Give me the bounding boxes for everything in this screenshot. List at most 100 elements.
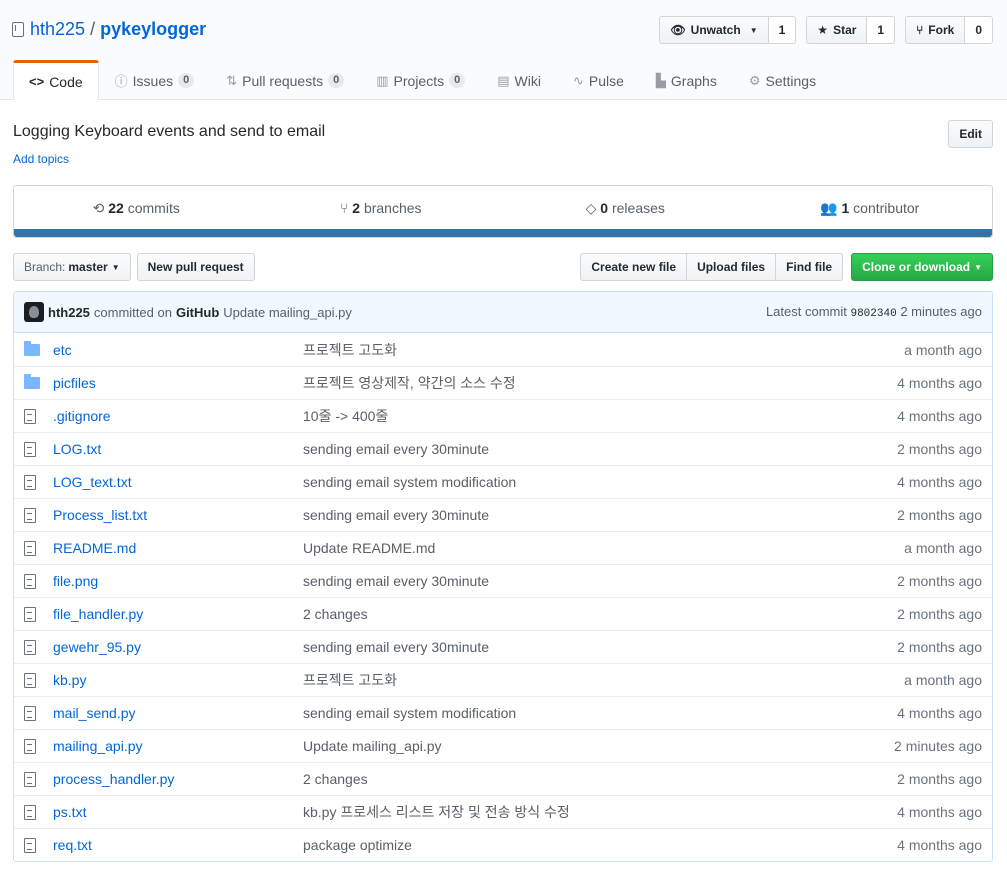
file-age: 2 minutes ago [894,738,982,754]
file-name-link[interactable]: LOG.txt [53,441,303,457]
file-name-link[interactable]: etc [53,342,303,358]
language-bar[interactable] [14,229,992,237]
file-age: 4 months ago [897,705,982,721]
file-commit-message-link[interactable]: 프로젝트 고도화 [303,340,904,360]
file-commit-message-link[interactable]: Update README.md [303,540,904,556]
file-commit-message-link[interactable]: Update mailing_api.py [303,738,894,754]
file-commit-message-link[interactable]: sending email system modification [303,705,897,721]
table-row: file.png sending email every 30minute 2 mo… [14,564,992,597]
file-icon [24,639,44,655]
avatar[interactable] [24,302,44,322]
star-count[interactable]: 1 [867,16,896,44]
file-age: 2 months ago [897,573,982,589]
file-age: a month ago [904,540,982,556]
file-age: 2 months ago [897,771,982,787]
fork-count[interactable]: 0 [965,16,993,44]
file-icon [24,837,44,853]
table-row: process_handler.py 2 changes 2 months ago [14,762,992,795]
chevron-down-icon: ▼ [749,25,758,35]
file-commit-message-link[interactable]: 프로젝트 영상제작, 약간의 소스 수정 [303,373,897,393]
commit-platform: GitHub [175,304,220,320]
table-row: mailing_api.py Update mailing_api.py 2 min… [14,729,992,762]
edit-description-button[interactable]: Edit [948,120,993,148]
clone-or-download-button[interactable]: Clone or download ▼ [851,253,993,281]
commit-author-link[interactable]: hth225 [48,305,90,320]
file-name-link[interactable]: file.png [53,573,303,589]
tab-pulse[interactable]: ∿ Pulse [557,60,640,100]
tab-issues[interactable]: ⓘ Issues 0 [99,60,211,100]
folder-icon [24,374,44,389]
gear-icon: ⚙ [748,72,761,88]
file-commit-message-link[interactable]: 2 changes [303,606,897,622]
contributors-count: 1 [841,199,850,216]
file-icon [24,474,44,490]
commits-link[interactable]: ⟲ 22 commits [14,200,259,217]
file-name-link[interactable]: file_handler.py [53,606,303,622]
tab-label: Pull requests [242,72,324,89]
tab-projects[interactable]: ▥ Projects 0 [360,60,481,100]
branch-select-button[interactable]: Branch: master ▼ [13,253,131,281]
unwatch-button[interactable]: 👁 Unwatch ▼ [659,16,769,44]
file-commit-message-link[interactable]: sending email every 30minute [303,441,897,457]
file-commit-message-link[interactable]: 프로젝트 고도화 [303,670,904,690]
tab-wiki[interactable]: ▤ Wiki [481,60,557,100]
file-icon [24,738,44,754]
commit-message-link[interactable]: Update mailing_api.py [223,305,352,320]
tab-counter: 0 [178,73,195,88]
file-commit-message-link[interactable]: kb.py 프로세스 리스트 저장 및 전송 방식 수정 [303,802,897,822]
latest-commit-label: Latest commit [765,304,847,319]
repo-owner-link[interactable]: hth225 [30,19,85,40]
table-row: mail_send.py sending email system modific… [14,696,992,729]
file-commit-message-link[interactable]: sending email every 30minute [303,507,897,523]
table-row: file_handler.py 2 changes 2 months ago [14,597,992,630]
code-icon: <> [29,74,45,89]
fork-button[interactable]: ⑂ Fork [905,16,966,44]
tab-graphs[interactable]: ▙ Graphs [640,60,733,100]
file-name-link[interactable]: LOG_text.txt [53,474,303,490]
file-name-link[interactable]: README.md [53,540,303,556]
file-commit-message-link[interactable]: package optimize [303,837,897,853]
upload-files-button[interactable]: Upload files [687,253,777,281]
file-commit-message-link[interactable]: 10줄 -> 400줄 [303,406,897,426]
find-file-button[interactable]: Find file [776,253,844,281]
star-button[interactable]: ★ Star [806,16,868,44]
tab-code[interactable]: <> Code [13,60,99,100]
tab-settings[interactable]: ⚙ Settings [733,60,832,100]
repo-title: hth225 / pykeylogger [12,19,206,40]
file-commit-message-link[interactable]: sending email every 30minute [303,639,897,655]
file-name-link[interactable]: picfiles [53,375,303,391]
tab-label: Settings [765,72,817,89]
tab-pull-requests[interactable]: ⇅ Pull requests 0 [210,60,360,100]
repo-separator: / [90,19,96,39]
file-name-link[interactable]: process_handler.py [53,771,303,787]
file-commit-message-link[interactable]: sending email every 30minute [303,573,897,589]
file-name-link[interactable]: mailing_api.py [53,738,303,754]
branches-link[interactable]: ⑂ 2 branches [259,200,504,216]
file-navigation: Branch: master ▼ New pull request Create… [13,253,993,281]
file-name-link[interactable]: gewehr_95.py [53,639,303,655]
create-new-file-button[interactable]: Create new file [580,253,688,281]
releases-count: 0 [600,199,609,216]
tab-counter: 0 [449,73,466,88]
watch-count[interactable]: 1 [768,16,797,44]
file-name-link[interactable]: ps.txt [53,804,303,820]
tag-icon: ◇ [585,199,597,216]
file-name-link[interactable]: req.txt [53,837,303,853]
repo-nav-tabs: <> Code ⓘ Issues 0 ⇅ Pull requests 0 ▥ P… [13,60,832,100]
file-name-link[interactable]: .gitignore [53,408,303,424]
file-icon [24,804,44,820]
contributors-link[interactable]: 👥 1 contributor [748,200,993,217]
table-row: LOG_text.txt sending email system modific… [14,465,992,498]
file-commit-message-link[interactable]: sending email system modification [303,474,897,490]
repo-header: hth225 / pykeylogger 👁 Unwatch ▼ 1 ★ Sta… [0,0,1007,100]
file-name-link[interactable]: Process_list.txt [53,507,303,523]
file-name-link[interactable]: kb.py [53,672,303,688]
file-commit-message-link[interactable]: 2 changes [303,771,897,787]
add-topics-link[interactable]: Add topics [13,152,69,166]
commit-sha-link[interactable]: 9802340 [850,308,896,320]
releases-link[interactable]: ◇ 0 releases [503,200,748,217]
tab-label: Pulse [588,72,624,89]
repo-name-link[interactable]: pykeylogger [100,19,206,40]
file-name-link[interactable]: mail_send.py [53,705,303,721]
new-pull-request-button[interactable]: New pull request [136,253,255,281]
